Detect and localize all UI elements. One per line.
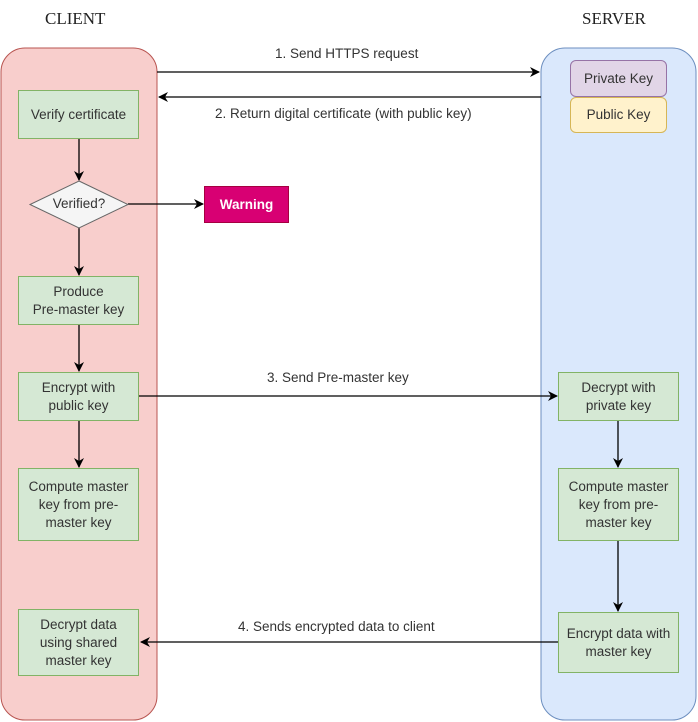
decrypt-private-key-label: Decrypt with private key [581,379,656,413]
encrypt-data-step[interactable]: Encrypt data with master key [558,612,679,673]
message-label-1: 1. Send HTTPS request [275,46,419,61]
server-compute-master-label: Compute master key from pre- master key [568,478,669,530]
decrypt-data-label: Decrypt data using shared master key [39,616,118,668]
produce-premaster-label: Produce Pre-master key [32,283,125,317]
encrypt-data-label: Encrypt data with master key [566,625,671,659]
public-key-label: Public Key [586,107,651,122]
verify-certificate-label: Verify certificate [30,106,127,122]
message-label-3: 3. Send Pre-master key [267,370,409,385]
verified-decision-label: Verified? [52,196,106,211]
server-lane-title: SERVER [582,9,646,28]
decrypt-data-step[interactable]: Decrypt data using shared master key [18,609,139,676]
produce-premaster-step[interactable]: Produce Pre-master key [18,276,139,325]
encrypt-public-key-label: Encrypt with public key [41,379,116,413]
private-key-box[interactable]: Private Key [570,60,667,97]
client-lane-title: CLIENT [45,9,106,28]
client-compute-master-step[interactable]: Compute master key from pre- master key [18,468,139,541]
message-label-2: 2. Return digital certificate (with publ… [215,106,472,121]
verified-decision[interactable]: Verified? [30,194,128,214]
message-label-4: 4. Sends encrypted data to client [238,619,435,634]
public-key-box[interactable]: Public Key [570,97,667,133]
decrypt-private-key-step[interactable]: Decrypt with private key [558,372,679,421]
server-compute-master-step[interactable]: Compute master key from pre- master key [558,468,679,541]
client-compute-master-label: Compute master key from pre- master key [28,478,129,530]
private-key-label: Private Key [583,70,654,86]
warning-box[interactable]: Warning [204,186,289,223]
encrypt-public-key-step[interactable]: Encrypt with public key [18,372,139,421]
warning-label: Warning [219,196,274,212]
verify-certificate-step[interactable]: Verify certificate [18,90,139,139]
